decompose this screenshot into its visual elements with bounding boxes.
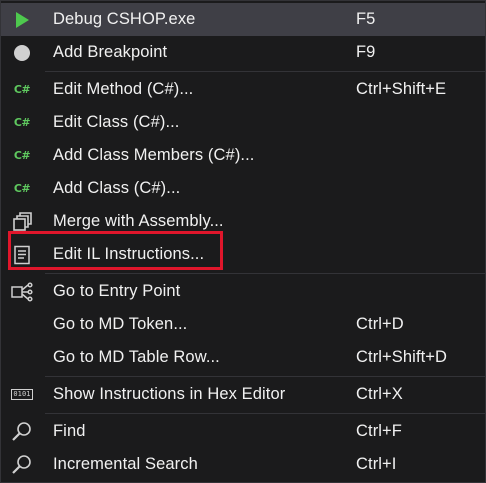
entry-point-icon xyxy=(9,279,35,305)
menu-item-shortcut: F5 xyxy=(356,10,376,28)
breakpoint-icon xyxy=(9,40,35,66)
menu-item-edit-method[interactable]: C# Edit Method (C#)... Ctrl+Shift+E xyxy=(1,73,485,106)
menu-item-label: Find xyxy=(53,422,86,440)
menu-item-label: Add Class Members (C#)... xyxy=(53,146,255,164)
csharp-icon: C# xyxy=(9,143,35,169)
menu-item-edit-class[interactable]: C# Edit Class (C#)... xyxy=(1,106,485,139)
hex-editor-icon-text: 0101 xyxy=(11,389,33,400)
csharp-icon-text: C# xyxy=(13,182,31,195)
menu-item-label: Debug CSHOP.exe xyxy=(53,10,196,28)
csharp-icon: C# xyxy=(9,77,35,103)
menu-item-label: Go to MD Token... xyxy=(53,315,188,333)
menu-item-shortcut: F9 xyxy=(356,43,376,61)
menu-item-shortcut: Ctrl+Shift+D xyxy=(356,348,448,366)
menu-item-debug[interactable]: Debug CSHOP.exe F5 xyxy=(1,3,485,36)
csharp-icon-text: C# xyxy=(13,116,31,129)
csharp-icon-text: C# xyxy=(13,149,31,162)
menu-item-label: Show Instructions in Hex Editor xyxy=(53,385,286,403)
menu-item-merge-with-assembly[interactable]: Merge with Assembly... xyxy=(1,205,485,238)
context-menu: Debug CSHOP.exe F5 Add Breakpoint F9 C# … xyxy=(0,0,486,483)
menu-item-add-class[interactable]: C# Add Class (C#)... xyxy=(1,172,485,205)
menu-item-shortcut: Ctrl+I xyxy=(356,455,397,473)
menu-item-show-in-hex-editor[interactable]: 0101 Show Instructions in Hex Editor Ctr… xyxy=(1,378,485,411)
menu-item-label: Go to Entry Point xyxy=(53,282,181,300)
search-icon xyxy=(9,419,35,445)
menu-item-incremental-search[interactable]: Incremental Search Ctrl+I xyxy=(1,448,485,481)
menu-item-shortcut: Ctrl+X xyxy=(356,385,403,403)
menu-item-label: Incremental Search xyxy=(53,455,198,473)
menu-item-label: Add Class (C#)... xyxy=(53,179,181,197)
menu-item-go-to-md-token[interactable]: Go to MD Token... Ctrl+D xyxy=(1,308,485,341)
merge-assembly-icon xyxy=(9,209,35,235)
menu-item-label: Merge with Assembly... xyxy=(53,212,224,230)
menu-item-go-to-md-table-row[interactable]: Go to MD Table Row... Ctrl+Shift+D xyxy=(1,341,485,374)
csharp-icon-text: C# xyxy=(13,83,31,96)
menu-separator xyxy=(45,273,485,274)
menu-item-shortcut: Ctrl+Shift+E xyxy=(356,80,447,98)
menu-item-label: Add Breakpoint xyxy=(53,43,168,61)
csharp-icon: C# xyxy=(9,110,35,136)
menu-item-add-class-members[interactable]: C# Add Class Members (C#)... xyxy=(1,139,485,172)
search-icon xyxy=(9,452,35,478)
menu-item-label: Edit Class (C#)... xyxy=(53,113,180,131)
csharp-icon: C# xyxy=(9,176,35,202)
document-icon xyxy=(9,242,35,268)
menu-item-go-to-entry-point[interactable]: Go to Entry Point xyxy=(1,275,485,308)
menu-separator xyxy=(45,413,485,414)
play-icon xyxy=(9,7,35,33)
menu-item-shortcut: Ctrl+D xyxy=(356,315,404,333)
hex-editor-icon: 0101 xyxy=(9,382,35,408)
menu-item-label: Go to MD Table Row... xyxy=(53,348,220,366)
menu-item-shortcut: Ctrl+F xyxy=(356,422,402,440)
menu-item-label: Edit IL Instructions... xyxy=(53,245,205,263)
menu-item-add-breakpoint[interactable]: Add Breakpoint F9 xyxy=(1,36,485,69)
menu-separator xyxy=(45,71,485,72)
menu-separator xyxy=(45,376,485,377)
menu-item-edit-il-instructions[interactable]: Edit IL Instructions... xyxy=(1,238,485,271)
menu-item-label: Edit Method (C#)... xyxy=(53,80,194,98)
menu-item-find[interactable]: Find Ctrl+F xyxy=(1,415,485,448)
